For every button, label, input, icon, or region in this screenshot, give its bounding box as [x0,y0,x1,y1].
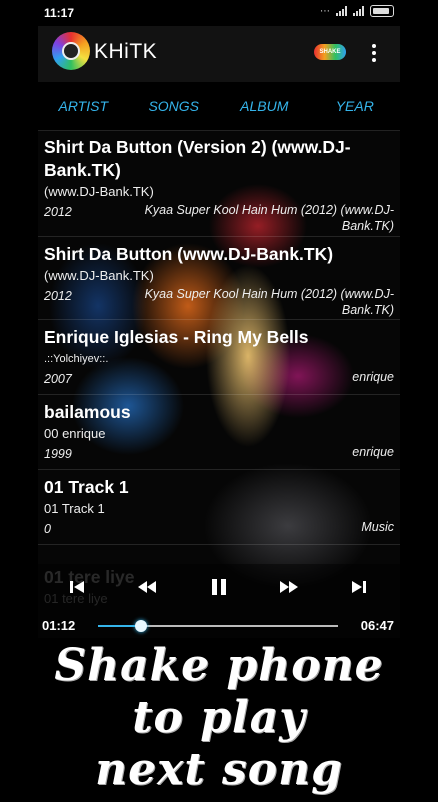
signal-icon [336,6,347,16]
app-screen: KHiTK SHAKE ARTIST SONGS ALBUM YEAR Shir… [38,26,400,638]
song-year: 2012 [44,289,72,303]
fast-forward-button[interactable] [274,572,304,602]
song-artist: 00 enrique [44,426,106,441]
song-artist: 01 Track 1 [44,501,105,516]
current-time: 01:12 [42,618,76,633]
song-title: Shirt Da Button (www.DJ-Bank.TK) [44,244,334,264]
app-bar: KHiTK SHAKE [38,26,400,82]
promo-caption: Shake phone to play next song [0,640,438,800]
notification-dots-icon: ⋯ [320,5,330,17]
song-album: Kyaa Super Kool Hain Hum (2012) (www.DJ-… [144,287,394,317]
tab-artist[interactable]: ARTIST [38,82,129,130]
promo-line-2: to play [132,692,306,743]
skip-next-button[interactable] [344,572,374,602]
progress-row: 01:12 06:47 [38,616,400,638]
song-year: 2007 [44,372,72,386]
player-controls: 01:12 06:47 [38,564,400,638]
song-artist: .::Yolchiyev::. [44,353,109,365]
song-title: 01 Track 1 [44,477,129,497]
tab-album[interactable]: ALBUM [219,82,310,130]
shake-badge-icon[interactable]: SHAKE [314,44,346,60]
rewind-button[interactable] [132,572,162,602]
list-item[interactable]: bailamous 00 enrique 1999 enrique [38,395,400,470]
status-bar: 11:17 ⋯ [0,0,438,26]
song-year: 1999 [44,447,72,461]
seek-thumb[interactable] [135,620,148,632]
song-list: Shirt Da Button (Version 2) (www.DJ-Bank… [38,130,400,545]
song-year: 2012 [44,205,72,219]
signal-icon-2 [353,6,364,16]
pause-button[interactable] [204,572,234,602]
song-meta: 2012 Kyaa Super Kool Hain Hum (2012) (ww… [44,202,394,234]
status-icons: ⋯ [320,5,394,17]
song-title: Enrique Iglesias - Ring My Bells [44,327,309,347]
skip-previous-button[interactable] [62,572,92,602]
app-title: KHiTK [94,40,158,63]
list-item[interactable]: Shirt Da Button (www.DJ-Bank.TK) (www.DJ… [38,237,400,320]
seek-bar[interactable] [98,620,338,632]
list-item[interactable]: Shirt Da Button (Version 2) (www.DJ-Bank… [38,130,400,237]
list-item[interactable]: 01 Track 1 01 Track 1 0 Music [38,470,400,545]
promo-line-1: Shake phone [54,640,384,691]
song-album: Kyaa Super Kool Hain Hum (2012) (www.DJ-… [144,203,394,233]
promo-line-3: next song [95,744,343,795]
song-album: Music [361,520,394,534]
song-title: Shirt Da Button (Version 2) (www.DJ-Bank… [44,137,351,180]
app-logo-icon [52,32,90,70]
song-meta: 2012 Kyaa Super Kool Hain Hum (2012) (ww… [44,286,394,318]
song-meta: 1999 enrique [44,444,394,462]
overflow-menu-icon[interactable] [371,44,377,64]
tab-songs[interactable]: SONGS [129,82,220,130]
song-album: enrique [352,370,394,384]
status-time: 11:17 [44,6,75,20]
song-album: enrique [352,445,394,459]
song-meta: 2007 enrique [44,369,394,387]
list-item[interactable]: Enrique Iglesias - Ring My Bells .::Yolc… [38,320,400,395]
song-title: bailamous [44,402,131,422]
song-artist: (www.DJ-Bank.TK) [44,184,154,199]
song-meta: 0 Music [44,519,394,537]
tab-bar: ARTIST SONGS ALBUM YEAR [38,82,400,131]
song-artist: (www.DJ-Bank.TK) [44,268,154,283]
tab-year[interactable]: YEAR [310,82,401,130]
total-time: 06:47 [360,618,394,633]
song-year: 0 [44,522,51,536]
battery-icon [370,5,394,17]
